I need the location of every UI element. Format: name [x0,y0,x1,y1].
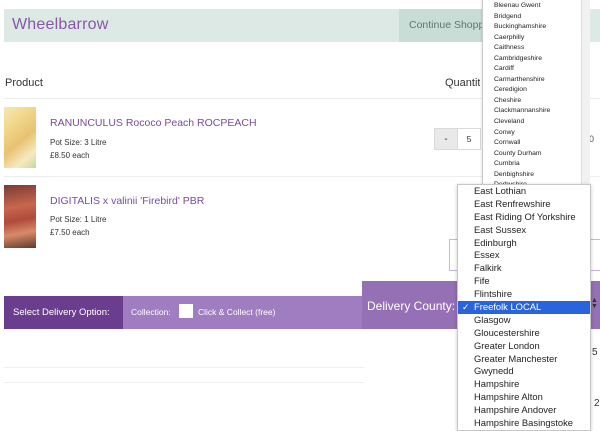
county-option[interactable]: East Renfrewshire [458,198,590,211]
pot-size: Pot Size: 3 Litre [50,138,106,147]
county-option-label: Edinburgh [474,237,517,248]
county-option[interactable]: Cumbria [483,159,582,170]
county-option[interactable]: Falkirk [458,262,590,275]
page-title: Wheelbarrow [12,16,108,34]
county-option-label: Greater London [474,340,540,351]
county-option-label: East Renfrewshire [474,198,551,209]
county-option[interactable]: Hampshire Andover [458,404,590,417]
county-option-label: Glasgow [474,314,510,325]
county-option[interactable]: Fife [458,275,590,288]
county-option-label: Fife [474,275,490,286]
county-option-selected[interactable]: ✓ Freefolk LOCAL [458,301,590,314]
quantity-input[interactable]: 5 [457,128,481,150]
county-option[interactable]: Cornwall [483,138,582,149]
county-option[interactable]: East Lothian [458,185,590,198]
county-option-label: Falkirk [474,262,502,273]
summary-value: 2 [594,398,600,409]
county-option[interactable]: Caerphilly [483,33,582,44]
pot-size: Pot Size: 1 Litre [50,215,106,224]
unit-price: £7.50 each [50,228,90,237]
county-option[interactable]: Greater Manchester [458,353,590,366]
product-name-link[interactable]: DIGITALIS x valinii 'Firebird' PBR [50,195,204,207]
county-list: Bleenau GwentBridgendBuckinghamshireCaer… [483,0,582,191]
county-option[interactable]: County Durham [483,149,582,160]
county-option-label: Gloucestershire [474,327,540,338]
county-option[interactable]: Buckinghamshire [483,22,582,33]
click-collect-checkbox[interactable] [179,304,193,318]
product-image-digitalis[interactable] [4,185,36,248]
county-option[interactable]: Gloucestershire [458,327,590,340]
county-option[interactable]: Cleveland [483,117,582,128]
county-option[interactable]: Cambridgeshire [483,54,582,65]
collection-label: Collection: [131,307,171,317]
county-option-label: Hampshire [474,378,519,389]
county-dropdown-list[interactable]: East Lothian East Renfrewshire East Riding… [457,184,591,431]
county-option[interactable]: Carmarthenshire [483,75,582,86]
county-option-label: Essex [474,249,500,260]
county-option[interactable]: Cheshire [483,96,582,107]
county-option-label: East Sussex [474,224,526,235]
county-option[interactable]: Ceredigion [483,85,582,96]
dropdown-scrollbar[interactable] [581,0,590,189]
county-option[interactable]: East Riding Of Yorkshire [458,211,590,224]
county-option[interactable]: Bridgend [483,12,582,23]
county-option-label: Freefolk LOCAL [474,301,541,312]
county-option[interactable]: Hampshire Alton [458,391,590,404]
county-option-label: Greater Manchester [474,353,557,364]
click-collect-label[interactable]: Click & Collect (free) [198,307,275,317]
select-arrows-icon[interactable]: ▲▼ [591,298,598,310]
checkmark-icon: ✓ [462,301,470,314]
county-option-label: Hampshire Andover [474,404,556,415]
county-option[interactable]: Cardiff [483,64,582,75]
county-list: East Lothian East Renfrewshire East Riding… [458,185,590,430]
product-image-ranunculus[interactable] [4,107,36,168]
delivery-option-label: Select Delivery Option: [13,307,110,318]
county-option[interactable]: Clackmannanshire [483,106,582,117]
summary-value: 5 [592,347,598,358]
county-option[interactable]: Glasgow [458,314,590,327]
county-option[interactable]: Hampshire Basingstoke [458,417,590,430]
county-option[interactable]: Edinburgh [458,237,590,250]
quantity-column-header: Quantity [445,77,480,89]
county-option[interactable]: Caithness [483,43,582,54]
county-option[interactable]: Hampshire [458,378,590,391]
product-name-link[interactable]: RANUNCULUS Rococo Peach ROCPEACH [50,117,257,129]
county-option[interactable]: Gwynedd [458,365,590,378]
county-option[interactable]: Bleenau Gwent [483,1,582,12]
county-option-label: Hampshire Basingstoke [474,417,573,428]
delivery-county-label: Delivery County: [367,299,455,313]
county-option[interactable]: Denbighshire [483,170,582,181]
county-option-label: East Riding Of Yorkshire [474,211,576,222]
product-column-header: Product [5,77,43,89]
county-option-label: Flintshire [474,288,512,299]
county-dropdown-list-top[interactable]: Bleenau GwentBridgendBuckinghamshireCaer… [482,0,583,191]
county-option[interactable]: Greater London [458,340,590,353]
county-option[interactable]: Flintshire [458,288,590,301]
county-option-label: Gwynedd [474,365,514,376]
summary-divider [4,367,364,368]
county-option-label: Hampshire Alton [474,391,543,402]
summary-divider [4,382,364,383]
quantity-decrease-button[interactable]: - [434,128,458,150]
county-option[interactable]: Conwy [483,128,582,139]
county-option[interactable]: Essex [458,249,590,262]
county-option-label: East Lothian [474,185,526,196]
county-option[interactable]: East Sussex [458,224,590,237]
unit-price: £8.50 each [50,151,90,160]
